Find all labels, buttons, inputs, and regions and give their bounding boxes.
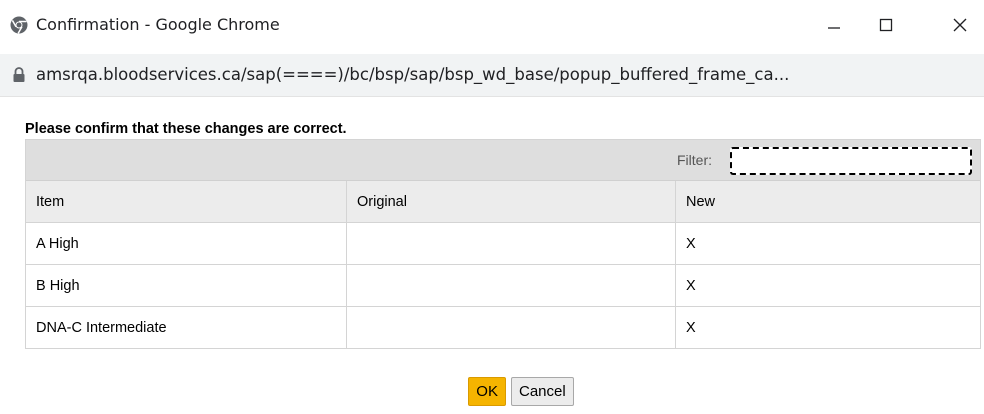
maximize-icon	[879, 18, 893, 32]
table-row[interactable]: DNA-C Intermediate X	[26, 306, 980, 348]
cancel-button[interactable]: Cancel	[510, 377, 574, 406]
changes-table: Filter: Item Original New A High X B Hig…	[25, 139, 981, 349]
minimize-button[interactable]	[811, 8, 857, 42]
url-text[interactable]: amsrqa.bloodservices.ca/sap(====)/bc/bsp…	[36, 65, 789, 84]
filter-toolbar: Filter:	[26, 140, 980, 181]
column-header-item[interactable]: Item	[26, 181, 347, 223]
cell-original	[346, 306, 676, 348]
cell-item: A High	[26, 222, 347, 265]
ok-button[interactable]: OK	[468, 377, 506, 406]
column-header-new[interactable]: New	[675, 181, 980, 223]
cell-item: B High	[26, 264, 347, 307]
cell-new: X	[686, 319, 696, 336]
cell-new: X	[675, 222, 980, 265]
cell-new: X	[675, 264, 980, 307]
filter-label: Filter:	[677, 152, 712, 168]
title-bar: Confirmation - Google Chrome	[0, 0, 984, 54]
dialog-buttons: OK Cancel	[0, 377, 984, 406]
maximize-button[interactable]	[863, 8, 909, 42]
window-title: Confirmation - Google Chrome	[36, 15, 280, 34]
filter-input[interactable]	[730, 147, 972, 175]
column-header-original[interactable]: Original	[346, 181, 676, 223]
table-row[interactable]: A High X	[26, 222, 980, 265]
chrome-icon	[10, 16, 28, 34]
cell-original	[346, 222, 676, 265]
lock-icon[interactable]	[12, 67, 26, 83]
address-bar: amsrqa.bloodservices.ca/sap(====)/bc/bsp…	[0, 54, 984, 97]
close-button[interactable]	[937, 8, 983, 42]
confirmation-dialog: Please confirm that these changes are co…	[0, 97, 984, 414]
cell-item: DNA-C Intermediate	[26, 306, 347, 348]
table-header-row: Item Original New	[26, 181, 980, 223]
cell-original	[346, 264, 676, 307]
dialog-heading: Please confirm that these changes are co…	[25, 121, 347, 137]
table-row[interactable]: B High X	[26, 264, 980, 307]
close-icon	[953, 18, 967, 32]
minimize-icon	[828, 27, 840, 29]
changes-grid: Item Original New A High X B High X DNA-	[26, 181, 980, 348]
